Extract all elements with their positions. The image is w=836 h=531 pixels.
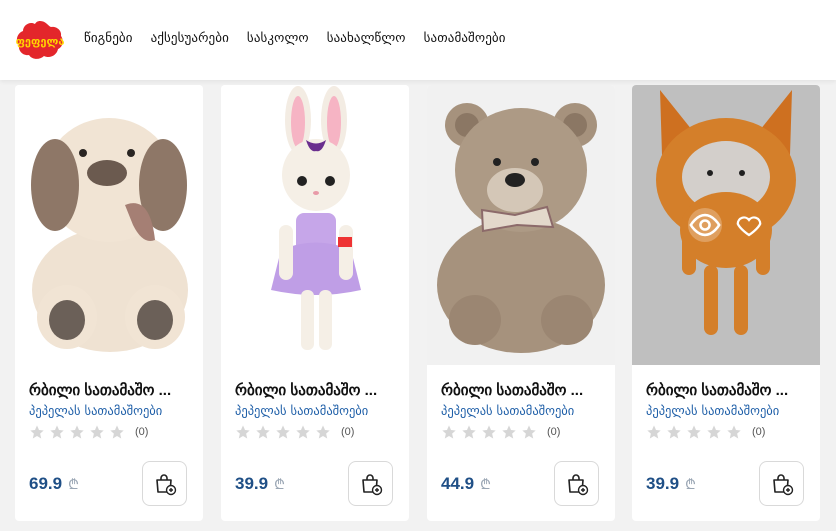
product-price: 39.9 ₾ xyxy=(646,474,696,494)
product-title[interactable]: რბილი სათამაშო ... xyxy=(235,381,400,399)
star-icon xyxy=(110,425,124,439)
star-icon xyxy=(90,425,104,439)
product-price: 44.9 ₾ xyxy=(441,474,491,494)
cart-add-icon xyxy=(361,473,382,495)
star-icon xyxy=(707,425,721,439)
star-icon xyxy=(30,425,44,439)
rating-count: (0) xyxy=(547,426,561,438)
add-to-cart-button[interactable] xyxy=(142,461,187,506)
nav-item-school[interactable]: სასკოლო xyxy=(247,31,309,46)
rating: (0) xyxy=(646,424,765,440)
rating: (0) xyxy=(441,424,560,440)
currency-symbol: ₾ xyxy=(480,475,491,492)
product-card[interactable]: რბილი სათამაშო ... პეპელას სათამაშოები (… xyxy=(221,85,409,521)
star-icon xyxy=(442,425,456,439)
star-icon xyxy=(462,425,476,439)
rating: (0) xyxy=(235,424,354,440)
quick-view-button[interactable] xyxy=(688,208,722,242)
nav-item-new-year[interactable]: საახალწლო xyxy=(327,31,406,46)
cart-add-icon xyxy=(155,473,176,495)
nav-item-toys[interactable]: სათამაშოები xyxy=(424,31,506,46)
star-icon xyxy=(667,425,681,439)
rating-count: (0) xyxy=(752,426,766,438)
price-value: 39.9 xyxy=(646,474,680,493)
product-image-plush-dog[interactable] xyxy=(15,85,203,365)
star-icon xyxy=(647,425,661,439)
star-icon xyxy=(482,425,496,439)
rating-count: (0) xyxy=(341,426,355,438)
star-icon xyxy=(727,425,741,439)
add-to-cart-button[interactable] xyxy=(759,461,804,506)
star-icon xyxy=(50,425,64,439)
product-card[interactable]: რბილი სათამაშო ... პეპელას სათამაშოები (… xyxy=(632,85,820,521)
star-icon xyxy=(296,425,310,439)
currency-symbol: ₾ xyxy=(274,475,285,492)
star-icon xyxy=(276,425,290,439)
product-brand[interactable]: პეპელას სათამაშოები xyxy=(646,403,779,418)
nav-item-books[interactable]: წიგნები xyxy=(84,31,133,46)
rating: (0) xyxy=(29,424,148,440)
cart-add-icon xyxy=(567,473,588,495)
add-to-cart-button[interactable] xyxy=(554,461,599,506)
eye-icon xyxy=(689,213,721,237)
wishlist-button[interactable] xyxy=(734,210,764,240)
product-image-plush-fox[interactable] xyxy=(632,85,820,365)
heart-icon xyxy=(736,216,762,237)
cart-add-icon xyxy=(772,473,793,495)
product-image-plush-bunny[interactable] xyxy=(221,85,409,365)
logo-text: ფეფელა xyxy=(16,35,65,48)
product-card[interactable]: რბილი სათამაშო ... პეპელას სათამაშოები (… xyxy=(15,85,203,521)
product-brand[interactable]: პეპელას სათამაშოები xyxy=(29,403,162,418)
product-title[interactable]: რბილი სათამაშო ... xyxy=(441,381,606,399)
price-value: 69.9 xyxy=(29,474,63,493)
product-brand[interactable]: პეპელას სათამაშოები xyxy=(235,403,368,418)
price-value: 44.9 xyxy=(441,474,475,493)
price-value: 39.9 xyxy=(235,474,269,493)
product-image-teddy-bear[interactable] xyxy=(427,85,615,365)
star-icon xyxy=(256,425,270,439)
product-brand[interactable]: პეპელას სათამაშოები xyxy=(441,403,574,418)
star-icon xyxy=(502,425,516,439)
star-icon xyxy=(236,425,250,439)
product-title[interactable]: რბილი სათამაშო ... xyxy=(646,381,811,399)
star-icon xyxy=(687,425,701,439)
star-icon xyxy=(70,425,84,439)
product-title[interactable]: რბილი სათამაშო ... xyxy=(29,381,194,399)
logo[interactable]: ფეფელა xyxy=(15,19,65,61)
rating-count: (0) xyxy=(135,426,149,438)
nav-item-accessories[interactable]: აქსესუარები xyxy=(151,31,229,46)
currency-symbol: ₾ xyxy=(685,475,696,492)
main-nav: წიგნები აქსესუარები სასკოლო საახალწლო სა… xyxy=(84,31,506,46)
currency-symbol: ₾ xyxy=(68,475,79,492)
product-card[interactable]: რბილი სათამაშო ... პეპელას სათამაშოები (… xyxy=(427,85,615,521)
star-icon xyxy=(316,425,330,439)
add-to-cart-button[interactable] xyxy=(348,461,393,506)
star-icon xyxy=(522,425,536,439)
product-price: 69.9 ₾ xyxy=(29,474,79,494)
site-header: ფეფელა წიგნები აქსესუარები სასკოლო საახა… xyxy=(0,0,836,80)
product-price: 39.9 ₾ xyxy=(235,474,285,494)
